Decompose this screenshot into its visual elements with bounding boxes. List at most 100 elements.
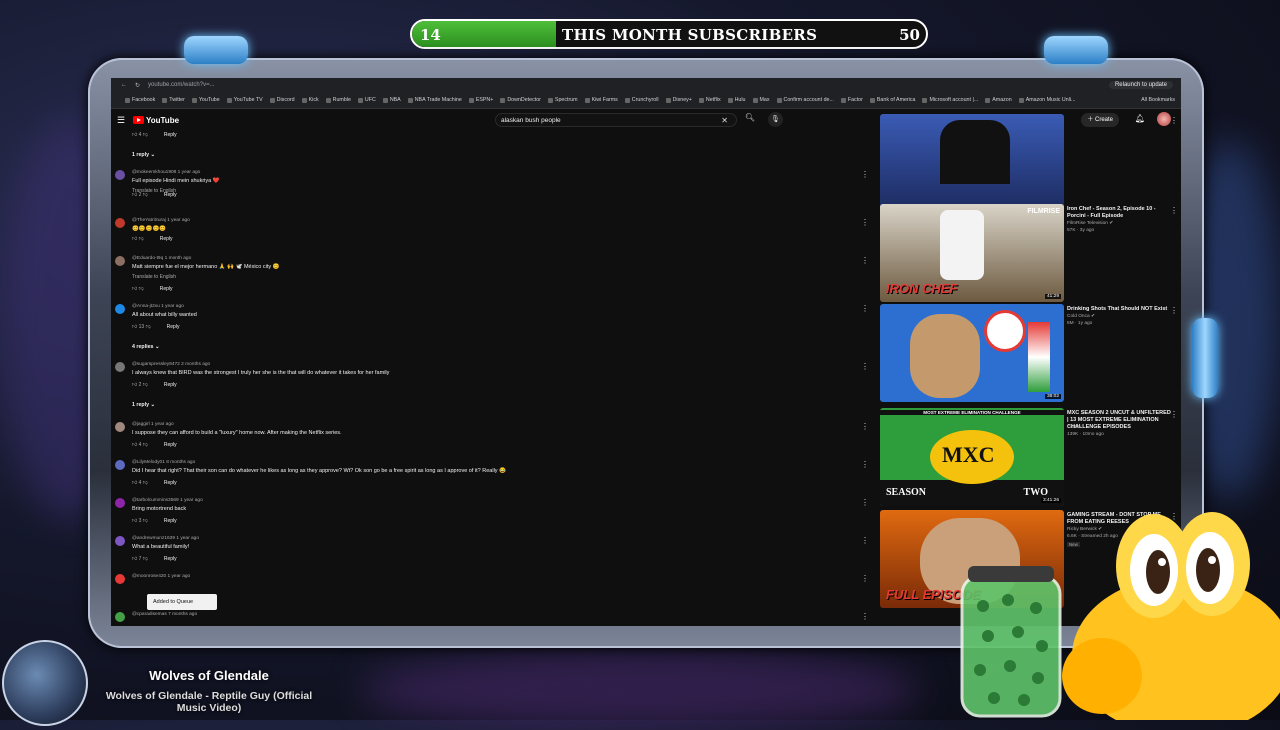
dislike-icon[interactable]: 👎︎ (143, 132, 148, 138)
bookmark-item[interactable]: Kick (301, 97, 319, 103)
video-more-icon[interactable]: ⋮ (1170, 206, 1178, 215)
commenter-avatar[interactable] (115, 460, 125, 470)
back-icon[interactable]: ← (121, 82, 127, 88)
comment-more-icon[interactable]: ⋮ (861, 218, 869, 227)
bookmark-item[interactable]: Amazon Music Unli... (1018, 97, 1075, 103)
bookmark-item[interactable]: Kiwi Farms (584, 97, 618, 103)
comment-more-icon[interactable]: ⋮ (861, 536, 869, 545)
bookmark-item[interactable]: Discord (269, 97, 295, 103)
bookmark-item[interactable]: DownDetector (500, 97, 541, 103)
dislike-icon[interactable]: 👎︎ (143, 556, 148, 562)
bookmark-item[interactable]: Confirm account de... (776, 97, 834, 103)
commenter-avatar[interactable] (115, 304, 125, 314)
reply-button[interactable]: Reply (164, 556, 177, 562)
like-icon[interactable]: 👍︎ (132, 236, 137, 242)
dislike-icon[interactable]: 👎︎ (143, 480, 148, 486)
comment-author[interactable]: @sugarspressley9472 2 months ago (132, 362, 210, 367)
comment-author[interactable]: @Eduardo-t9q 1 month ago (132, 256, 191, 261)
bookmark-item[interactable]: ESPN+ (468, 97, 493, 103)
video-thumbnail[interactable]: MOST EXTREME ELIMINATION CHALLENGE MXC SEA… (880, 408, 1064, 506)
video-title[interactable]: Iron Chef - Season 2, Episode 10 - Porci… (1067, 206, 1173, 220)
commenter-avatar[interactable] (115, 498, 125, 508)
youtube-logo[interactable]: YouTube (133, 116, 179, 125)
reply-button[interactable]: Reply (160, 236, 173, 242)
commenter-avatar[interactable] (115, 574, 125, 584)
dislike-icon[interactable]: 👎︎ (146, 324, 151, 330)
comment-author[interactable]: @tarbolcummins3569 1 year ago (132, 498, 203, 503)
bookmark-item[interactable]: Max (752, 97, 770, 103)
bookmark-item[interactable]: Bank of America (869, 97, 915, 103)
dislike-icon[interactable]: 👎︎ (139, 236, 144, 242)
bookmark-item[interactable]: Twitter (162, 97, 185, 103)
bookmark-item[interactable]: YouTube TV (226, 97, 263, 103)
video-more-icon[interactable]: ⋮ (1170, 116, 1178, 125)
reply-button[interactable]: Reply (160, 286, 173, 292)
comment-author[interactable]: @LilyMelody01 8 months ago (132, 460, 195, 465)
bookmark-item[interactable]: NBA (382, 97, 401, 103)
clear-search-icon[interactable]: ✕ (721, 116, 728, 125)
like-icon[interactable]: 👍︎ (132, 382, 137, 388)
bookmark-item[interactable]: Spectrum (547, 97, 578, 103)
comment-more-icon[interactable]: ⋮ (861, 170, 869, 179)
address-bar[interactable]: ← ↻ youtube.com/watch?v=... Relaunch to … (111, 78, 1181, 92)
bookmark-item[interactable]: Factor (840, 97, 863, 103)
view-replies-button[interactable]: 4 replies ⌄ (132, 344, 159, 350)
related-video[interactable]: 38:02 Drinking Shots That Should NOT Exis… (880, 304, 1180, 402)
reply-button[interactable]: Reply (164, 480, 177, 486)
video-channel[interactable]: CONtv (1067, 425, 1081, 430)
reply-button[interactable]: Reply (164, 518, 177, 524)
dislike-icon[interactable]: 👎︎ (143, 382, 148, 388)
reload-icon[interactable]: ↻ (135, 82, 140, 89)
comment-more-icon[interactable]: ⋮ (861, 422, 869, 431)
bookmark-item[interactable]: Disney+ (665, 97, 692, 103)
comment-more-icon[interactable]: ⋮ (861, 362, 869, 371)
bookmark-item[interactable]: YouTube (191, 97, 220, 103)
commenter-avatar[interactable] (115, 218, 125, 228)
comment-more-icon[interactable]: ⋮ (861, 460, 869, 469)
like-icon[interactable]: 👍︎ (132, 192, 137, 198)
view-replies-button[interactable]: 1 reply ⌄ (132, 152, 155, 158)
bookmark-item[interactable]: Amazon (985, 97, 1012, 103)
video-more-icon[interactable]: ⋮ (1170, 306, 1178, 315)
reply-button[interactable]: Reply (164, 192, 177, 198)
bookmark-item[interactable]: Hulu (727, 97, 746, 103)
dislike-icon[interactable]: 👎︎ (139, 286, 144, 292)
video-title[interactable]: Drinking Shots That Should NOT Exist (1067, 306, 1173, 313)
search-icon[interactable]: 🔍︎ (743, 113, 757, 127)
comment-more-icon[interactable]: ⋮ (861, 498, 869, 507)
comment-author[interactable]: @moonrose420 1 year ago (132, 574, 190, 579)
commenter-avatar[interactable] (115, 362, 125, 372)
video-channel[interactable]: FilmRise Television ✔ (1067, 221, 1113, 226)
comment-author[interactable]: @andrewmunz1639 1 year ago (132, 536, 199, 541)
related-video[interactable]: ⋮ (880, 114, 1180, 212)
bookmark-item[interactable]: Microsoft account |... (922, 97, 978, 103)
view-replies-button[interactable]: 1 reply ⌄ (132, 402, 155, 408)
like-icon[interactable]: 👍︎ (132, 286, 137, 292)
reply-button[interactable]: Reply (167, 324, 180, 330)
reply-button[interactable]: Reply (164, 132, 177, 138)
translate-link[interactable]: Translate to English (132, 274, 176, 280)
related-video[interactable]: IRON CHEF FILMRISE 41:29 Iron Chef - Season… (880, 204, 1180, 302)
video-title[interactable]: MXC SEASON 2 UNCUT & UNFILTERED | 13 MOS… (1067, 410, 1173, 431)
like-icon[interactable]: 👍︎ (132, 518, 137, 524)
commenter-avatar[interactable] (115, 256, 125, 266)
comment-author[interactable]: @TheYatriSuraj 1 year ago (132, 218, 190, 223)
like-icon[interactable]: 👍︎ (132, 442, 137, 448)
bookmark-item[interactable]: Crunchyroll (624, 97, 659, 103)
url-text[interactable]: youtube.com/watch?v=... (148, 82, 215, 88)
comment-author[interactable]: @Anna-jt2xu 1 year ago (132, 304, 184, 309)
reply-button[interactable]: Reply (164, 382, 177, 388)
video-thumbnail[interactable] (880, 114, 1064, 212)
commenter-avatar[interactable] (115, 536, 125, 546)
commenter-avatar[interactable] (115, 612, 125, 622)
all-bookmarks-button[interactable]: All Bookmarks (1141, 97, 1175, 103)
relaunch-button[interactable]: Relaunch to update (1108, 81, 1173, 89)
commenter-avatar[interactable] (115, 422, 125, 432)
like-icon[interactable]: 👍︎ (132, 480, 137, 486)
comment-more-icon[interactable]: ⋮ (861, 612, 869, 621)
comment-more-icon[interactable]: ⋮ (861, 256, 869, 265)
bookmark-item[interactable]: Rumble (325, 97, 351, 103)
reply-button[interactable]: Reply (164, 442, 177, 448)
video-thumbnail[interactable]: IRON CHEF FILMRISE 41:29 (880, 204, 1064, 302)
bookmark-item[interactable]: Facebook (125, 97, 155, 103)
